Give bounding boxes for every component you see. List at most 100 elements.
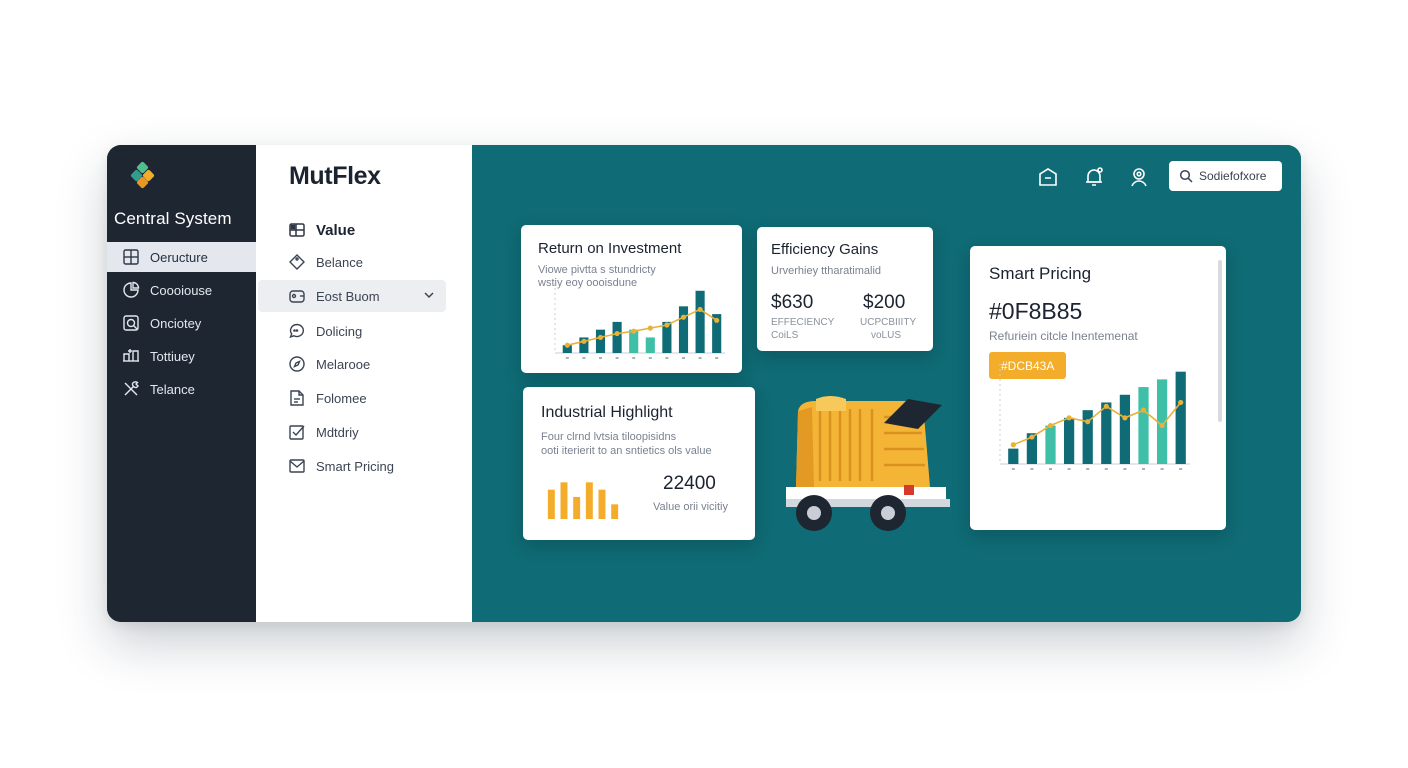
efficiency-card[interactable]: Efficiency Gains Urverhiey ttharatimalid… — [757, 227, 933, 351]
panel-item-pricing[interactable]: Dolicing — [256, 315, 472, 347]
chart-bar — [678, 306, 689, 353]
trend-point — [1085, 419, 1091, 425]
x-tick — [1179, 468, 1183, 470]
efficiency-left-caption-2: CoiLS — [771, 330, 799, 341]
trend-point — [714, 317, 720, 323]
industrial-card-subtitle-2: ooti iterierit to an sntietics ols value — [541, 445, 712, 457]
x-tick — [565, 357, 569, 359]
x-tick — [599, 357, 602, 359]
efficiency-right-caption: UCPCBIIITY — [860, 317, 917, 328]
roi-card-title: Return on Investment — [538, 240, 682, 257]
chart-bar — [695, 290, 705, 353]
page-title: MutFlex — [289, 162, 381, 190]
chevron-down-icon[interactable] — [422, 288, 436, 302]
user-location-icon[interactable] — [1127, 165, 1151, 189]
document-icon — [288, 389, 306, 407]
trend-point — [631, 328, 637, 334]
x-tick — [1142, 468, 1145, 470]
compass-icon — [288, 355, 306, 373]
chart-bar — [1119, 394, 1131, 464]
panel-item-melarooe[interactable]: Melarooe — [256, 348, 472, 380]
pricing-card-title: Smart Pricing — [989, 264, 1092, 283]
panel-item-folomee[interactable]: Folomee — [256, 382, 472, 414]
chart-bar — [611, 504, 619, 519]
trend-point — [1047, 422, 1054, 429]
chart-bar — [1045, 425, 1056, 464]
sidebar-item-3[interactable]: Onciotey — [107, 308, 256, 338]
bell-icon[interactable] — [1082, 165, 1106, 189]
efficiency-left-value: $630 — [771, 292, 814, 313]
trend-point — [664, 322, 670, 328]
chart-bar — [1008, 448, 1019, 464]
sidebar-item-2[interactable]: Coooiouse — [107, 275, 256, 305]
trend-point — [614, 330, 620, 337]
trend-point — [1178, 399, 1184, 406]
industrial-card[interactable]: Industrial Highlight Four clrnd lvtsia t… — [523, 387, 755, 540]
trend-point — [1140, 407, 1147, 413]
envelope-icon — [288, 457, 306, 475]
efficiency-left-caption: EFFECIENCY — [771, 317, 835, 328]
panel-heading-value[interactable]: Value — [256, 214, 472, 246]
sidebar-item-4[interactable]: Tottiuey — [107, 341, 256, 371]
roi-card[interactable]: Return on Investment Viowe pivtta s stun… — [521, 225, 742, 373]
trend-point — [1010, 442, 1016, 448]
chart-bar — [560, 482, 568, 519]
wrench-icon — [122, 380, 140, 398]
trend-point — [680, 314, 687, 320]
dashboard-main: Return on Investment Viowe pivtta s stun… — [472, 145, 1301, 622]
chart-bar — [573, 497, 581, 519]
x-tick — [1123, 468, 1127, 470]
chart-bar — [547, 489, 555, 519]
industrial-value-caption: Value orii vicitiy — [653, 501, 728, 513]
roi-chart — [554, 283, 725, 359]
trend-point — [1122, 415, 1128, 421]
chart-bar — [585, 482, 593, 519]
industrial-card-subtitle: Four clrnd lvtsia tiloopisidns — [541, 431, 677, 443]
panel-item-label: Melarooe — [316, 356, 371, 372]
chart-bar — [1101, 402, 1112, 464]
panel-item-mdtdriy[interactable]: Mdtdriy — [256, 416, 472, 448]
industrial-value: 22400 — [663, 473, 716, 494]
industrial-card-title: Industrial Highlight — [541, 404, 673, 421]
panel-item-label: Belance — [316, 254, 363, 270]
efficiency-right-value: $200 — [863, 292, 906, 313]
x-tick — [1104, 468, 1108, 470]
x-tick — [1067, 468, 1071, 470]
efficiency-right-caption-2: voLUS — [871, 330, 902, 341]
sidebar-item-5[interactable]: Telance — [107, 374, 256, 404]
x-tick — [632, 357, 636, 359]
logo-icon — [130, 161, 155, 189]
transfer-icon — [122, 347, 140, 365]
x-tick — [1086, 468, 1090, 470]
tag-icon — [288, 253, 306, 271]
sidebar-item-structure[interactable]: Oeructure — [107, 242, 256, 272]
sidebar-item-label: Tottiuey — [150, 348, 195, 364]
trend-point — [1029, 434, 1035, 440]
app-title: Central System — [114, 209, 232, 228]
trend-point — [697, 306, 703, 313]
panel-heading-label: Value — [316, 221, 356, 239]
chart-bar — [1175, 371, 1186, 464]
trend-point — [1066, 415, 1072, 421]
scrollbar[interactable] — [1218, 260, 1222, 422]
checkbox-icon — [288, 423, 306, 441]
home-icon[interactable] — [1036, 165, 1060, 189]
search-input[interactable] — [1199, 169, 1283, 183]
chart-bar — [1063, 417, 1075, 464]
pricing-chart — [999, 364, 1190, 470]
smart-pricing-card[interactable]: Smart Pricing #0F8B85 Refuriein citcle I… — [970, 246, 1226, 530]
search-field[interactable] — [1169, 161, 1283, 191]
cargo-cart-illustration — [786, 396, 950, 531]
efficiency-card-subtitle: Urverhiey ttharatimalid — [771, 265, 882, 277]
sidebar-item-label: Onciotey — [150, 315, 202, 331]
roi-card-subtitle: Viowe pivtta s stundricty — [538, 264, 656, 276]
x-tick — [582, 357, 586, 359]
panel-item-balance[interactable]: Belance — [256, 246, 472, 278]
panel-item-smart-pricing[interactable]: Smart Pricing — [256, 450, 472, 482]
panel-item-label: Smart Pricing — [316, 458, 395, 474]
wallet-icon — [288, 287, 306, 305]
trend-point — [1159, 422, 1165, 429]
panel-item-cost-boom[interactable]: Eost Buom — [258, 280, 446, 312]
chart-bar — [598, 489, 606, 519]
chart-bar — [612, 321, 622, 353]
